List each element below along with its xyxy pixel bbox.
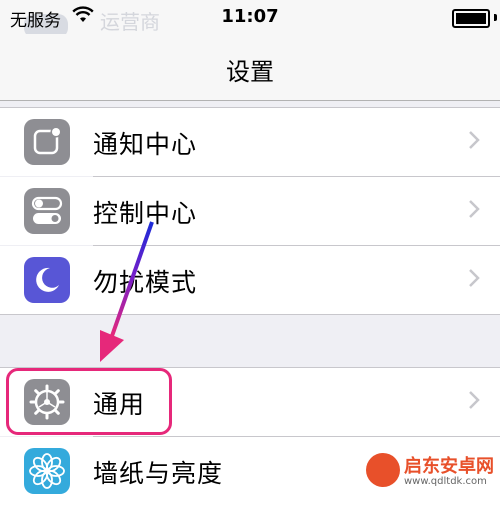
watermark-badge-icon — [366, 453, 400, 487]
annotation-arrow — [100, 221, 154, 362]
watermark-logo: 启东安卓网 www.qdltdk.com — [366, 450, 494, 494]
watermark-brand: 启东安卓网 — [404, 456, 494, 477]
watermark-url: www.qdltdk.com — [404, 476, 487, 487]
